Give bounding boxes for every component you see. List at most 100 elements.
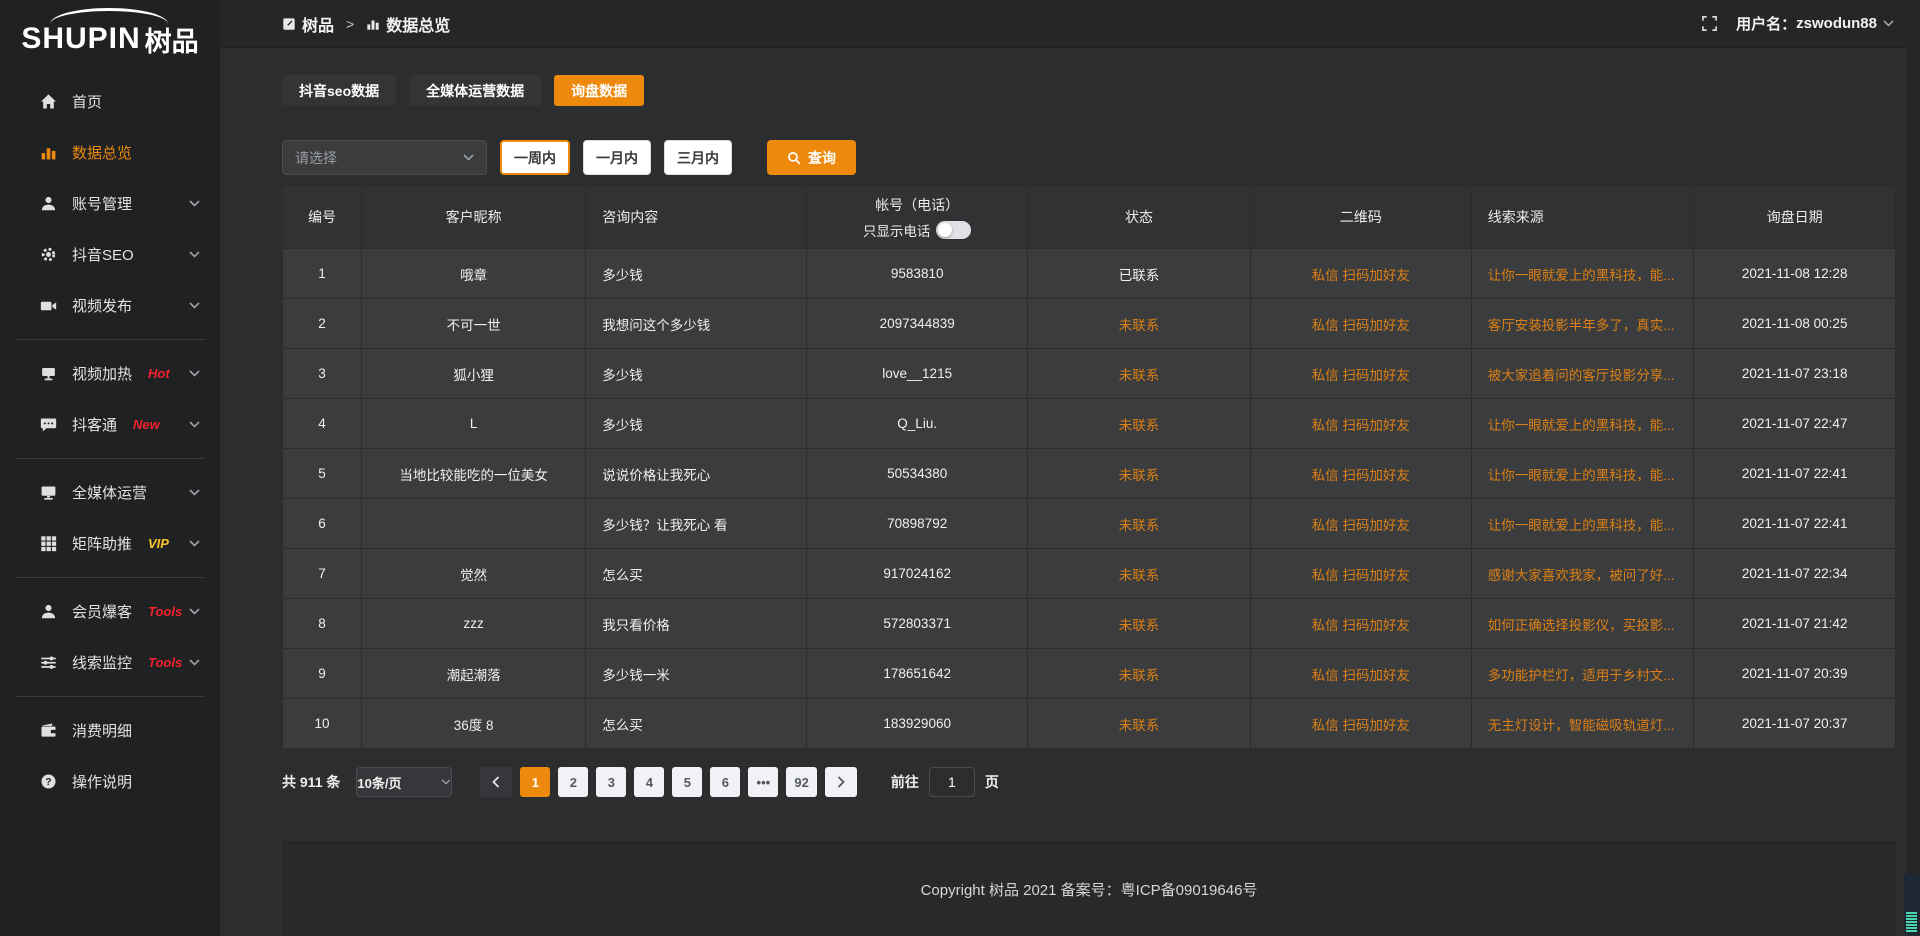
scrollbar-track[interactable] [1907,0,1920,936]
cell-nickname: L [362,399,586,449]
table-row: 6 多少钱？让我死心 看 70898792 未联系 私信 扫码加好友 让你一眼就… [283,499,1896,549]
source-link[interactable]: 无主灯设计，智能磁吸轨道灯... [1488,718,1675,733]
tab-inquiry-data[interactable]: 询盘数据 [554,75,644,106]
sidebar-item-account-management[interactable]: 账号管理 [0,178,220,229]
cell-account: Q_Liu. [807,399,1028,449]
sidebar-item-allmedia-operation[interactable]: 全媒体运营 [0,467,220,518]
table-body: 1 哦章 多少钱 9583810 已联系 私信 扫码加好友 让你一眼就爱上的黑科… [283,249,1896,749]
sidebar-item-spend-details[interactable]: 消费明细 [0,705,220,756]
page-list: 1 2 3 4 5 6 ••• 92 [520,767,824,797]
sidebar-item-lead-monitor[interactable]: 线索监控 Tools [0,637,220,688]
source-link[interactable]: 客厅安装投影半年多了，真实... [1488,318,1675,333]
phone-only-toggle[interactable] [936,221,971,239]
cell-content: 怎么买 [586,699,807,749]
sidebar-item-member-baoke[interactable]: 会员爆客 Tools [0,586,220,637]
range-month-button[interactable]: 一月内 [583,140,651,175]
sidebar-item-matrix-boost[interactable]: 矩阵助推 VIP [0,518,220,569]
sidebar-item-douyin-seo[interactable]: 抖音SEO [0,229,220,280]
page-button[interactable]: 3 [596,767,626,797]
table-row: 3 狐小狸 多少钱 love__1215 未联系 私信 扫码加好友 被大家追着问… [283,349,1896,399]
page-button[interactable]: 2 [558,767,588,797]
source-link[interactable]: 让你一眼就爱上的黑科技，能... [1488,268,1675,283]
sidebar-item-home[interactable]: 首页 [0,76,220,127]
hot-badge: Hot [148,366,170,381]
table-row: 10 36度 8 怎么买 183929060 未联系 私信 扫码加好友 无主灯设… [283,699,1896,749]
page-button[interactable]: 92 [786,767,816,797]
status-badge: 未联系 [1119,668,1160,683]
chevron-down-icon [189,370,200,377]
username: zswodun88 [1796,15,1877,32]
goto-suffix: 页 [985,772,999,792]
status-badge: 未联系 [1119,418,1160,433]
status-badge: 未联系 [1119,368,1160,383]
qrcode-link[interactable]: 私信 扫码加好友 [1312,668,1410,683]
sidebar-item-label: 操作说明 [72,771,132,792]
source-link[interactable]: 多功能护栏灯，适用于乡村文... [1488,668,1675,683]
qrcode-link[interactable]: 私信 扫码加好友 [1312,268,1410,283]
cell-qrcode: 私信 扫码加好友 [1250,299,1471,349]
range-week-button[interactable]: 一周内 [500,140,570,175]
qrcode-link[interactable]: 私信 扫码加好友 [1312,518,1410,533]
tab-allmedia-data[interactable]: 全媒体运营数据 [409,75,541,106]
sidebar-item-label: 抖音SEO [72,244,134,265]
cell-id: 5 [283,449,362,499]
col-nickname: 客户昵称 [362,186,586,249]
cell-content: 我只看价格 [586,599,807,649]
col-source: 线索来源 [1471,186,1694,249]
qrcode-link[interactable]: 私信 扫码加好友 [1312,468,1410,483]
page-button[interactable]: 1 [520,767,550,797]
chat-bubble-icon [40,416,57,433]
source-link[interactable]: 感谢大家喜欢我家，被问了好... [1488,568,1675,583]
sidebar-item-label: 视频加热 [72,363,132,384]
tools-badge: Tools [148,655,182,670]
source-link[interactable]: 如何正确选择投影仪，买投影... [1488,618,1675,633]
sidebar-item-video-heat[interactable]: 视频加热 Hot [0,348,220,399]
qrcode-link[interactable]: 私信 扫码加好友 [1312,368,1410,383]
source-link[interactable]: 让你一眼就爱上的黑科技，能... [1488,418,1675,433]
cell-qrcode: 私信 扫码加好友 [1250,599,1471,649]
sidebar-item-video-publish[interactable]: 视频发布 [0,280,220,331]
page-button[interactable]: 6 [710,767,740,797]
sidebar-item-label: 视频发布 [72,295,132,316]
sidebar-divider [16,696,204,697]
monitor-icon [40,484,57,501]
page-size-select[interactable]: 10条/页 [356,767,452,797]
sidebar-item-label: 全媒体运营 [72,482,147,503]
content: 抖音seo数据 全媒体运营数据 询盘数据 请选择 一周内 一月内 三月内 查询 [220,48,1920,936]
page-button[interactable]: 5 [672,767,702,797]
tab-douyin-seo-data[interactable]: 抖音seo数据 [282,75,396,106]
fullscreen-icon[interactable] [1701,15,1718,32]
wallet-icon [40,722,57,739]
page-button[interactable]: 4 [634,767,664,797]
range-quarter-button[interactable]: 三月内 [664,140,732,175]
qrcode-link[interactable]: 私信 扫码加好友 [1312,718,1410,733]
qrcode-link[interactable]: 私信 扫码加好友 [1312,618,1410,633]
sidebar-item-label: 数据总览 [72,142,132,163]
breadcrumb: 树品 > 数据总览 [282,12,450,36]
sidebar-item-help[interactable]: ? 操作说明 [0,756,220,807]
sidebar-item-doketong[interactable]: 抖客通 New [0,399,220,450]
qrcode-link[interactable]: 私信 扫码加好友 [1312,318,1410,333]
search-button-label: 查询 [808,148,836,168]
qrcode-link[interactable]: 私信 扫码加好友 [1312,418,1410,433]
logo-text-en: SHUPIN [21,22,140,56]
source-link[interactable]: 让你一眼就爱上的黑科技，能... [1488,518,1675,533]
breadcrumb-separator: > [346,16,354,32]
sidebar-item-data-overview[interactable]: 数据总览 [0,127,220,178]
source-link[interactable]: 被大家追着问的客厅投影分享... [1488,368,1675,383]
goto-page-input[interactable] [929,767,975,797]
cell-date: 2021-11-07 22:41 [1694,499,1896,549]
search-button[interactable]: 查询 [767,140,856,175]
user-menu[interactable]: 用户名： zswodun88 [1736,13,1894,34]
page-button[interactable]: ••• [748,767,778,797]
qrcode-link[interactable]: 私信 扫码加好友 [1312,568,1410,583]
next-page-button[interactable] [825,767,857,797]
logo-text-cn: 树品 [145,20,199,59]
sliders-icon [40,654,57,671]
source-link[interactable]: 让你一眼就爱上的黑科技，能... [1488,468,1675,483]
prev-page-button[interactable] [480,767,512,797]
sidebar-divider [16,339,204,340]
filter-select[interactable]: 请选择 [282,140,487,175]
breadcrumb-root[interactable]: 树品 [302,12,334,36]
cell-id: 4 [283,399,362,449]
